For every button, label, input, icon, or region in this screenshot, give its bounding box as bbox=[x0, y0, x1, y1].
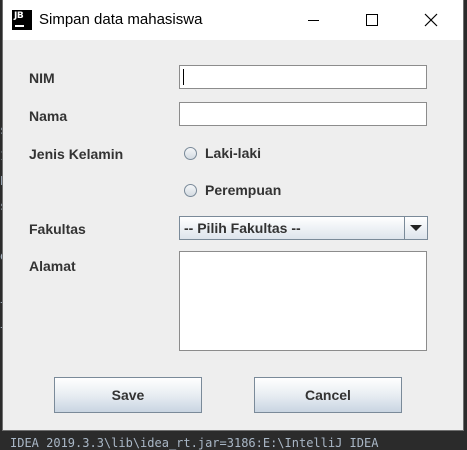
radio-laki-laki-label: Laki-laki bbox=[205, 145, 262, 161]
radio-perempuan-label: Perempuan bbox=[205, 182, 282, 198]
maximize-button[interactable] bbox=[343, 0, 399, 40]
text-caret bbox=[183, 69, 184, 85]
nama-input[interactable] bbox=[179, 102, 427, 126]
alamat-textarea[interactable] bbox=[179, 251, 427, 351]
radio-perempuan[interactable]: Perempuan bbox=[184, 182, 281, 198]
radio-circle-icon bbox=[184, 146, 197, 160]
maximize-icon bbox=[366, 14, 378, 26]
window-title: Simpan data mahasiswa bbox=[39, 11, 203, 28]
fakultas-label: Fakultas bbox=[29, 221, 86, 237]
dropdown-arrow-button[interactable] bbox=[404, 217, 427, 239]
fakultas-selected-value: -- Pilih Fakultas -- bbox=[184, 220, 301, 236]
radio-laki-laki[interactable]: Laki-laki bbox=[184, 145, 261, 161]
fakultas-dropdown[interactable]: -- Pilih Fakultas -- bbox=[179, 216, 428, 240]
close-button[interactable] bbox=[401, 0, 457, 40]
chevron-down-icon bbox=[410, 225, 422, 231]
alamat-label: Alamat bbox=[29, 258, 76, 274]
minimize-button[interactable] bbox=[285, 0, 341, 40]
cancel-button[interactable]: Cancel bbox=[254, 377, 402, 413]
ide-console-line: IDEA 2019.3.3\lib\idea_rt.jar=3186:E:\In… bbox=[10, 436, 379, 450]
save-button[interactable]: Save bbox=[54, 377, 202, 413]
nama-label: Nama bbox=[29, 108, 68, 124]
jenis-kelamin-label: Jenis Kelamin bbox=[29, 146, 124, 162]
title-bar[interactable]: JB Simpan data mahasiswa bbox=[3, 0, 463, 40]
nim-label: NIM bbox=[29, 70, 55, 86]
nim-input[interactable] bbox=[179, 65, 427, 89]
minimize-icon bbox=[308, 20, 319, 21]
radio-circle-icon bbox=[184, 183, 197, 197]
app-logo-icon: JB bbox=[12, 10, 32, 30]
dialog-window: JB Simpan data mahasiswa NIM Nama Jenis … bbox=[3, 0, 463, 430]
close-icon bbox=[424, 13, 438, 27]
